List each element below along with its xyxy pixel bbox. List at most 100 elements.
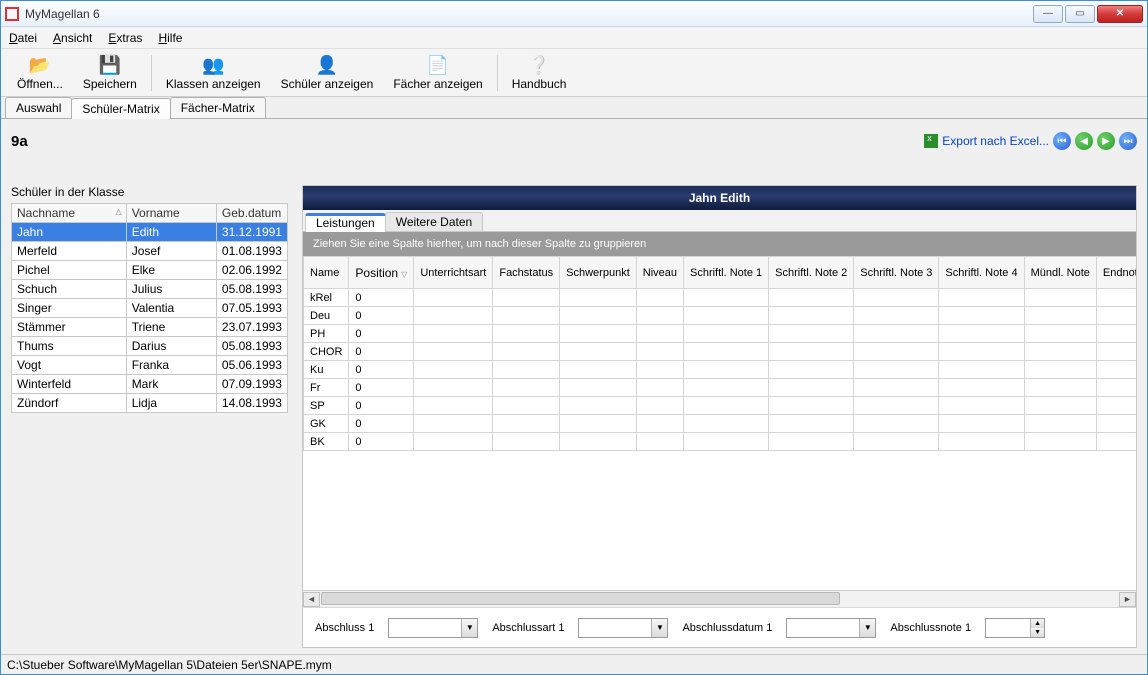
export-excel-link[interactable]: Export nach Excel... [924, 134, 1049, 148]
minimize-button[interactable]: — [1033, 5, 1063, 23]
classes-button[interactable]: 👥 Klassen anzeigen [156, 55, 271, 91]
grid-row[interactable]: GK0 [304, 415, 1137, 433]
app-window: MyMagellan 6 — ▭ ✕ Datei Ansicht Extras … [0, 0, 1148, 675]
students-panel: Schüler in der Klasse Nachname△ Vorname … [11, 185, 288, 648]
combo-abschluss1[interactable]: ▼ [388, 618, 478, 638]
gcol-position[interactable]: Position ▽ [349, 257, 414, 289]
nav-first-button[interactable]: ⏮ [1053, 132, 1071, 150]
gcol-fachstatus[interactable]: Fachstatus [493, 257, 560, 289]
tab-faecher-matrix[interactable]: Fächer-Matrix [170, 97, 266, 118]
label-abschlussnote1: Abschlussnote 1 [890, 622, 971, 634]
separator [151, 55, 152, 91]
col-firstname[interactable]: Vorname [126, 204, 216, 223]
spin-abschlussnote1[interactable]: ▲▼ [985, 618, 1045, 638]
save-button[interactable]: 💾 Speichern [73, 55, 147, 91]
gcol-schriftl4[interactable]: Schriftl. Note 4 [939, 257, 1024, 289]
label-abschlussart1: Abschlussart 1 [492, 622, 564, 634]
chevron-down-icon: ▼ [651, 619, 667, 637]
table-row[interactable]: SchuchJulius05.08.1993 [12, 280, 288, 299]
menu-view[interactable]: Ansicht [53, 31, 92, 45]
table-row[interactable]: StämmerTriene23.07.1993 [12, 318, 288, 337]
table-row[interactable]: JahnEdith31.12.1991 [12, 223, 288, 242]
gcol-schwerpunkt[interactable]: Schwerpunkt [560, 257, 637, 289]
separator [497, 55, 498, 91]
grid-row[interactable]: PH0 [304, 325, 1137, 343]
tab-schueler-matrix[interactable]: Schüler-Matrix [71, 98, 170, 119]
content-area: 9a Export nach Excel... ⏮ ◀ ▶ ⏭ Schüler … [1, 119, 1147, 654]
nav-next-button[interactable]: ▶ [1097, 132, 1115, 150]
grid-row[interactable]: SP0 [304, 397, 1137, 415]
students-table: Nachname△ Vorname Geb.datum JahnEdith31.… [11, 203, 288, 413]
close-button[interactable]: ✕ [1097, 5, 1143, 23]
tab-weitere-daten[interactable]: Weitere Daten [385, 212, 483, 231]
app-icon [5, 7, 19, 21]
toolbar: 📂 Öffnen... 💾 Speichern 👥 Klassen anzeig… [1, 49, 1147, 97]
gcol-schriftl1[interactable]: Schriftl. Note 1 [684, 257, 769, 289]
spin-down-icon[interactable]: ▼ [1030, 628, 1044, 637]
maximize-button[interactable]: ▭ [1065, 5, 1095, 23]
open-button[interactable]: 📂 Öffnen... [7, 55, 73, 91]
abschluss-form: Abschluss 1 ▼ Abschlussart 1 ▼ Abschluss… [303, 607, 1136, 647]
gcol-schriftl3[interactable]: Schriftl. Note 3 [854, 257, 939, 289]
sort-asc-icon: △ [116, 207, 122, 216]
horizontal-scrollbar[interactable]: ◄ ► [303, 590, 1136, 607]
detail-tabs: Leistungen Weitere Daten [303, 210, 1136, 232]
menu-help[interactable]: Hilfe [158, 31, 182, 45]
handbook-button[interactable]: ❔ Handbuch [502, 55, 577, 91]
gcol-unterrichtsart[interactable]: Unterrichtsart [414, 257, 493, 289]
table-row[interactable]: ZündorfLidja14.08.1993 [12, 394, 288, 413]
group-by-bar[interactable]: Ziehen Sie eine Spalte hierher, um nach … [303, 232, 1136, 256]
menu-file[interactable]: Datei [9, 31, 37, 45]
nav-last-button[interactable]: ⏭ [1119, 132, 1137, 150]
folder-open-icon: 📂 [29, 55, 51, 77]
status-path: C:\Stueber Software\MyMagellan 5\Dateien… [7, 658, 332, 672]
help-icon: ❔ [528, 55, 550, 77]
grades-grid: Name Position ▽ Unterrichtsart Fachstatu… [303, 256, 1136, 451]
selected-student-header: Jahn Edith [303, 186, 1136, 210]
table-row[interactable]: SingerValentia07.05.1993 [12, 299, 288, 318]
scroll-right-button[interactable]: ► [1119, 592, 1136, 607]
grid-row[interactable]: Deu0 [304, 307, 1137, 325]
menubar: Datei Ansicht Extras Hilfe [1, 27, 1147, 49]
class-name: 9a [11, 133, 28, 150]
gcol-name[interactable]: Name [304, 257, 349, 289]
chevron-down-icon: ▼ [859, 619, 875, 637]
table-row[interactable]: PichelElke02.06.1992 [12, 261, 288, 280]
window-title: MyMagellan 6 [25, 7, 1033, 21]
grid-row[interactable]: Ku0 [304, 361, 1137, 379]
gcol-niveau[interactable]: Niveau [636, 257, 683, 289]
gcol-endnote[interactable]: Endnote [1096, 257, 1136, 289]
gcol-schriftl2[interactable]: Schriftl. Note 2 [769, 257, 854, 289]
gcol-muendl[interactable]: Mündl. Note [1024, 257, 1096, 289]
grid-row[interactable]: Fr0 [304, 379, 1137, 397]
col-dob[interactable]: Geb.datum [216, 204, 287, 223]
table-row[interactable]: MerfeldJosef01.08.1993 [12, 242, 288, 261]
tab-auswahl[interactable]: Auswahl [5, 97, 72, 118]
detail-panel: Jahn Edith Leistungen Weitere Daten Zieh… [302, 185, 1137, 648]
grid-row[interactable]: CHOR0 [304, 343, 1137, 361]
label-abschluss1: Abschluss 1 [315, 622, 374, 634]
scroll-left-button[interactable]: ◄ [303, 592, 320, 607]
nav-prev-button[interactable]: ◀ [1075, 132, 1093, 150]
grid-row[interactable]: kRel0 [304, 289, 1137, 307]
scroll-thumb[interactable] [321, 592, 840, 605]
spin-up-icon[interactable]: ▲ [1030, 619, 1044, 628]
table-row[interactable]: VogtFranka05.06.1993 [12, 356, 288, 375]
students-button[interactable]: 👤 Schüler anzeigen [271, 55, 384, 91]
table-row[interactable]: ThumsDarius05.08.1993 [12, 337, 288, 356]
document-icon: 📄 [427, 55, 449, 77]
main-tabs: Auswahl Schüler-Matrix Fächer-Matrix [1, 97, 1147, 119]
combo-abschlussart1[interactable]: ▼ [578, 618, 668, 638]
subjects-button[interactable]: 📄 Fächer anzeigen [383, 55, 492, 91]
students-panel-caption: Schüler in der Klasse [11, 185, 288, 203]
tab-leistungen[interactable]: Leistungen [305, 213, 386, 232]
col-lastname[interactable]: Nachname△ [12, 204, 127, 223]
table-row[interactable]: WinterfeldMark07.09.1993 [12, 375, 288, 394]
menu-extras[interactable]: Extras [108, 31, 142, 45]
date-abschlussdatum1[interactable]: ▼ [786, 618, 876, 638]
titlebar: MyMagellan 6 — ▭ ✕ [1, 1, 1147, 27]
grid-row[interactable]: BK0 [304, 433, 1137, 451]
person-icon: 👤 [316, 55, 338, 77]
sort-desc-icon: ▽ [401, 270, 407, 279]
people-icon: 👥 [202, 55, 224, 77]
